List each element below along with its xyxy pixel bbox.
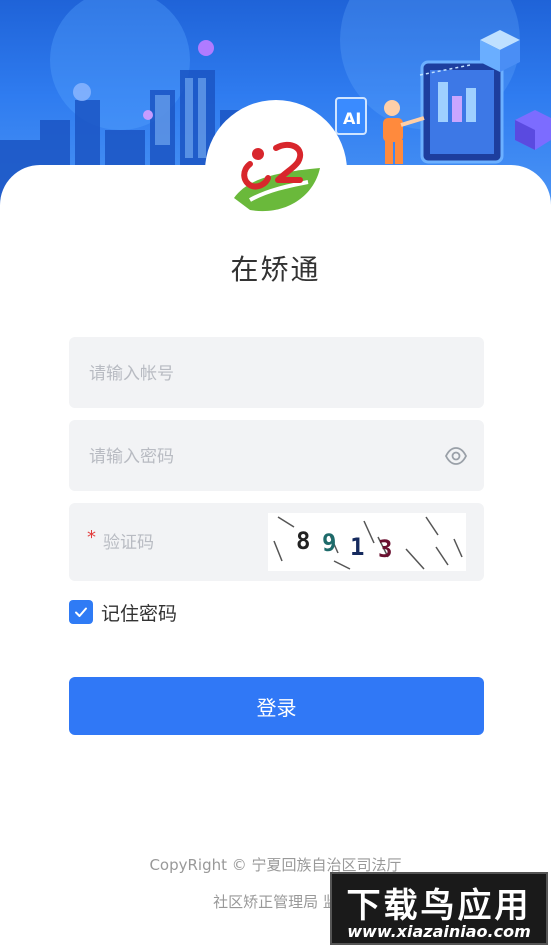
remember-password[interactable]: 记住密码 xyxy=(69,599,177,625)
login-button[interactable]: 登录 xyxy=(69,677,484,735)
username-field[interactable] xyxy=(69,337,484,410)
check-icon xyxy=(75,607,87,617)
captcha-image[interactable]: 8 9 1 3 xyxy=(268,513,466,571)
username-input[interactable] xyxy=(87,337,421,410)
captcha-digit: 8 xyxy=(296,527,310,555)
captcha-digit: 1 xyxy=(350,533,364,561)
eye-icon[interactable] xyxy=(444,444,468,468)
watermark-url: www.xiazainiao.com xyxy=(347,922,531,941)
remember-label: 记住密码 xyxy=(101,602,178,625)
app-logo xyxy=(234,141,320,212)
required-marker: * xyxy=(87,527,96,548)
password-field[interactable] xyxy=(69,420,484,493)
watermark: 下载鸟应用 www.xiazainiao.com xyxy=(330,872,548,945)
password-input[interactable] xyxy=(87,420,421,493)
captcha-field[interactable]: * 8 9 1 3 xyxy=(69,503,484,583)
captcha-input[interactable] xyxy=(101,503,265,583)
watermark-title: 下载鸟应用 xyxy=(346,886,532,926)
captcha-digit: 3 xyxy=(378,535,392,563)
app-title: 在矫通 xyxy=(230,253,321,286)
captcha-digit: 9 xyxy=(322,529,336,557)
remember-checkbox[interactable] xyxy=(69,600,93,624)
svg-text:AI: AI xyxy=(343,109,361,128)
